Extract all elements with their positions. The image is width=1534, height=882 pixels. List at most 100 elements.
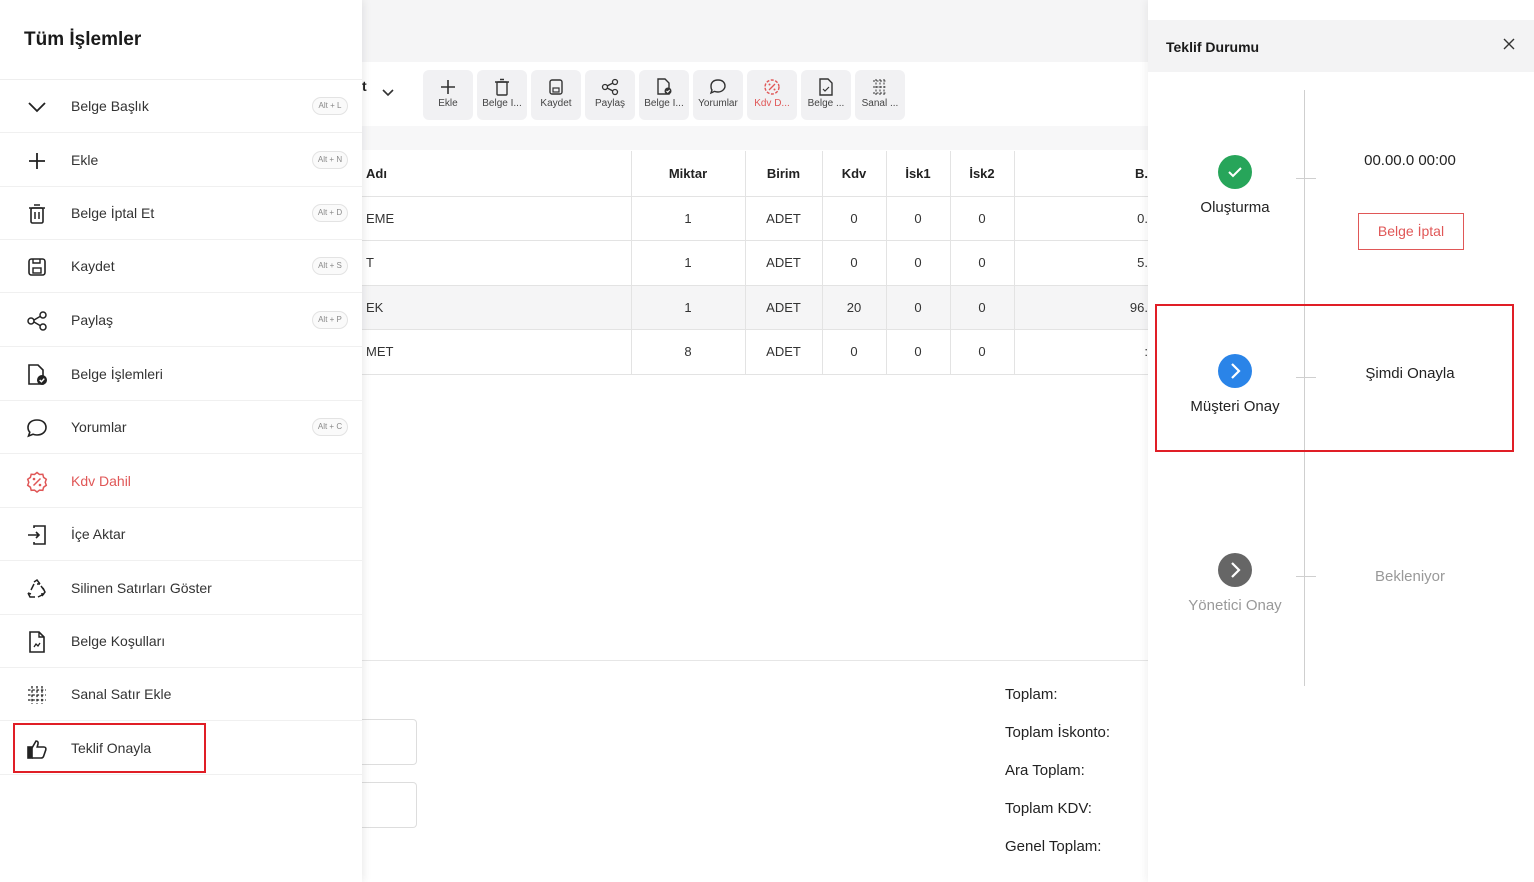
panel-title: Teklif Durumu	[1166, 39, 1260, 55]
table-row[interactable]: MET 8 ADET 0 0 0 :	[362, 329, 1148, 375]
sidebar-item-comments[interactable]: Yorumlar Alt + C	[0, 401, 362, 454]
cell-unit[interactable]: ADET	[745, 196, 823, 241]
column-header-b[interactable]: B.	[1014, 151, 1148, 197]
sidebar-item-label: Yorumlar	[71, 419, 127, 435]
step-manager-status-icon	[1218, 553, 1252, 587]
sidebar-item-share[interactable]: Paylaş Alt + P	[0, 294, 362, 347]
toolbar-comments-button[interactable]: Yorumlar	[693, 70, 743, 120]
table-row[interactable]: T 1 ADET 0 0 0 5.	[362, 240, 1148, 286]
shortcut-badge: Alt + P	[312, 311, 348, 329]
description-input[interactable]	[362, 782, 417, 828]
offer-status-panel: Teklif Durumu Oluşturma 00.00.0 00:00 Be…	[1148, 0, 1534, 882]
recycle-icon	[27, 578, 46, 598]
toolbar-save-button[interactable]: Kaydet	[531, 70, 581, 120]
trash-icon	[495, 78, 509, 96]
toolbar-document-actions-button[interactable]: Belge İ...	[639, 70, 689, 120]
save-icon	[28, 258, 46, 276]
table-row[interactable]: EK 1 ADET 20 0 0 96.	[362, 285, 1148, 330]
comment-icon	[27, 419, 47, 438]
toolbar-virtual-row-button[interactable]: Sanal ...	[855, 70, 905, 120]
sidebar-item-save[interactable]: Kaydet Alt + S	[0, 240, 362, 293]
column-header-unit[interactable]: Birim	[745, 151, 823, 197]
sidebar-item-document-terms[interactable]: Belge Koşulları	[0, 615, 362, 668]
cell-qty[interactable]: 1	[631, 285, 746, 330]
cell-unit[interactable]: ADET	[745, 240, 823, 286]
cell-b[interactable]: :	[1014, 329, 1148, 375]
column-header-qty[interactable]: Miktar	[631, 151, 746, 197]
shortcut-badge: Alt + N	[312, 151, 348, 169]
main-header	[362, 0, 1148, 62]
cell-kdv[interactable]: 0	[822, 196, 887, 241]
sidebar-item-label: Silinen Satırları Göster	[71, 580, 212, 596]
cell-b[interactable]: 96.	[1014, 285, 1148, 330]
chevron-right-icon	[1231, 562, 1241, 578]
chevron-down-icon[interactable]	[382, 86, 394, 100]
shortcut-badge: Alt + C	[312, 418, 348, 436]
toolbar-share-button[interactable]: Paylaş	[585, 70, 635, 120]
shortcut-badge: Alt + L	[312, 97, 348, 115]
grid-add-icon	[28, 686, 46, 704]
cell-name[interactable]: EK	[362, 285, 632, 330]
percent-badge-icon	[764, 79, 780, 95]
cell-qty[interactable]: 1	[631, 240, 746, 286]
cell-isk2[interactable]: 0	[950, 285, 1015, 330]
step-manager-status: Bekleniyor	[1374, 568, 1446, 585]
toolbar-document-terms-button[interactable]: Belge ...	[801, 70, 851, 120]
cancel-document-button[interactable]: Belge İptal	[1358, 213, 1464, 250]
note-input[interactable]	[362, 719, 417, 765]
step-created-label: Oluşturma	[1200, 199, 1270, 216]
cell-unit[interactable]: ADET	[745, 329, 823, 375]
check-icon	[1228, 167, 1242, 178]
cell-b[interactable]: 5.	[1014, 240, 1148, 286]
document-selector[interactable]: t	[362, 78, 367, 94]
cell-isk2[interactable]: 0	[950, 196, 1015, 241]
column-header-isk1[interactable]: İsk1	[886, 151, 951, 197]
cell-name[interactable]: MET	[362, 329, 632, 375]
cell-qty[interactable]: 8	[631, 329, 746, 375]
cell-kdv[interactable]: 20	[822, 285, 887, 330]
cell-qty[interactable]: 1	[631, 196, 746, 241]
plus-icon	[441, 80, 455, 94]
cell-isk2[interactable]: 0	[950, 329, 1015, 375]
column-header-kdv[interactable]: Kdv	[822, 151, 887, 197]
grid-add-icon	[873, 79, 887, 95]
cell-isk1[interactable]: 0	[886, 285, 951, 330]
toolbar-add-button[interactable]: Ekle	[423, 70, 473, 120]
sidebar-item-label: Paylaş	[71, 312, 114, 328]
cell-kdv[interactable]: 0	[822, 329, 887, 375]
cell-isk1[interactable]: 0	[886, 240, 951, 286]
sidebar-item-label: Belge Koşulları	[71, 633, 166, 649]
sidebar-item-document-header[interactable]: Belge Başlık Alt + L	[0, 80, 362, 133]
sidebar-item-import[interactable]: İçe Aktar	[0, 508, 362, 561]
totals-label-discount: Toplam İskonto:	[1005, 724, 1111, 741]
chevron-down-icon	[28, 102, 46, 113]
comment-icon	[709, 79, 726, 95]
sidebar-item-add[interactable]: Ekle Alt + N	[0, 134, 362, 187]
sidebar-title: Tüm İşlemler	[24, 29, 142, 50]
cell-unit[interactable]: ADET	[745, 285, 823, 330]
sidebar-item-add-virtual-row[interactable]: Sanal Satır Ekle	[0, 668, 362, 721]
sidebar-item-cancel-document[interactable]: Belge İptal Et Alt + D	[0, 187, 362, 240]
document-terms-icon	[819, 78, 833, 96]
cell-name[interactable]: T	[362, 240, 632, 286]
cell-isk2[interactable]: 0	[950, 240, 1015, 286]
close-icon[interactable]	[1502, 37, 1516, 51]
cell-kdv[interactable]: 0	[822, 240, 887, 286]
cell-name[interactable]: EME	[362, 196, 632, 241]
sidebar-item-document-actions[interactable]: Belge İşlemleri	[0, 348, 362, 401]
column-header-isk2[interactable]: İsk2	[950, 151, 1015, 197]
toolbar-cancel-button[interactable]: Belge İ...	[477, 70, 527, 120]
cell-b[interactable]: 0.	[1014, 196, 1148, 241]
column-header-name[interactable]: Adı	[362, 151, 632, 197]
cell-isk1[interactable]: 0	[886, 196, 951, 241]
toolbar-vat-included-button[interactable]: Kdv D...	[747, 70, 797, 120]
cell-isk1[interactable]: 0	[886, 329, 951, 375]
sidebar-item-label: Belge Başlık	[71, 98, 149, 114]
sidebar-item-label: Belge İşlemleri	[71, 366, 163, 382]
save-icon	[549, 79, 563, 95]
sidebar-item-label: Belge İptal Et	[71, 205, 155, 221]
sidebar-item-vat-included[interactable]: Kdv Dahil	[0, 455, 362, 508]
sidebar-item-show-deleted-rows[interactable]: Silinen Satırları Göster	[0, 562, 362, 615]
step-created-date: 00.00.0 00:00	[1364, 152, 1456, 169]
table-row[interactable]: EME 1 ADET 0 0 0 0.	[362, 196, 1148, 241]
